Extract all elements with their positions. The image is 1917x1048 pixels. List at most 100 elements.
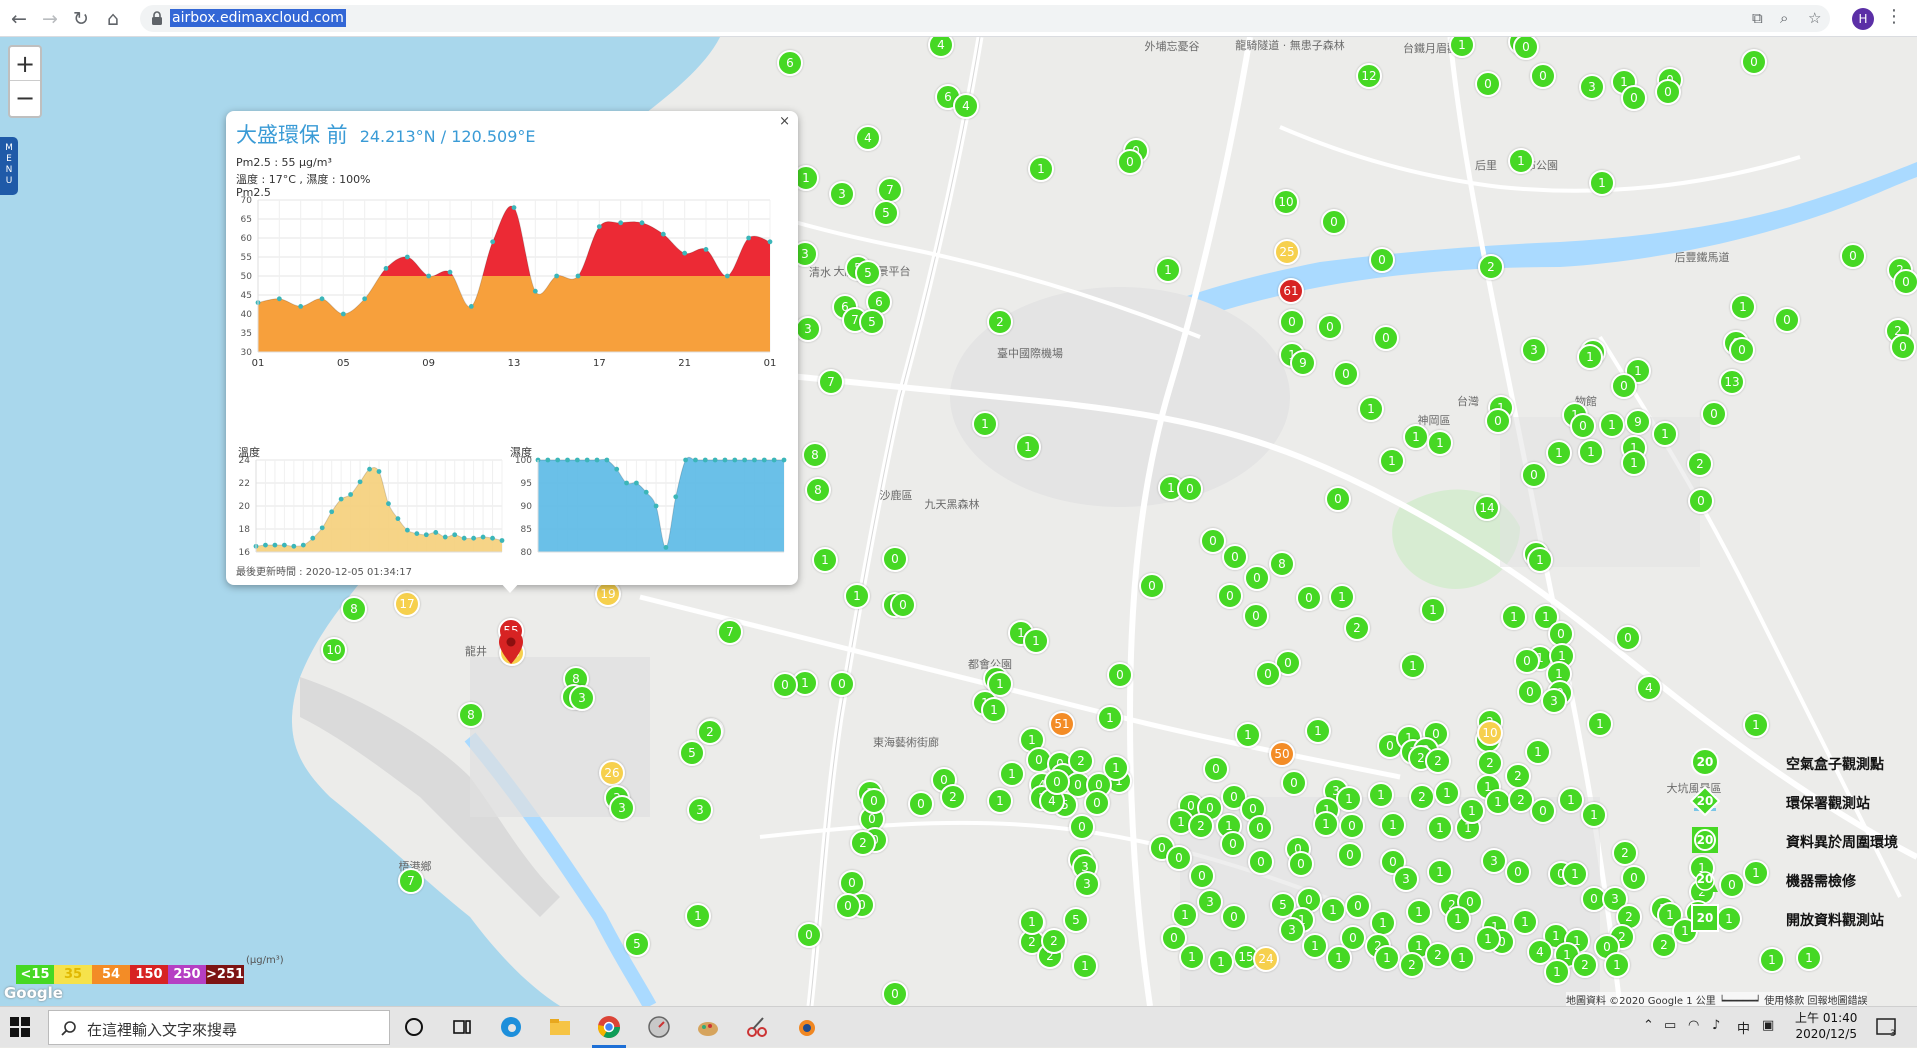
- station-marker[interactable]: 0: [772, 672, 798, 698]
- station-marker[interactable]: 0: [1139, 573, 1165, 599]
- task-view-icon[interactable]: [448, 1013, 476, 1041]
- station-marker[interactable]: 3: [1541, 688, 1567, 714]
- selected-location-pin-icon[interactable]: [498, 630, 524, 664]
- station-marker[interactable]: 0: [1222, 544, 1248, 570]
- station-marker[interactable]: 1: [844, 583, 870, 609]
- station-marker[interactable]: 1: [1546, 440, 1572, 466]
- station-marker[interactable]: 1: [1358, 396, 1384, 422]
- station-marker[interactable]: 1: [1459, 798, 1485, 824]
- station-marker[interactable]: 8: [805, 477, 831, 503]
- station-marker[interactable]: 0: [1117, 149, 1143, 175]
- station-marker[interactable]: 0: [882, 546, 908, 572]
- station-marker[interactable]: 1: [1019, 909, 1045, 935]
- station-marker[interactable]: 1: [1305, 718, 1331, 744]
- battery-icon[interactable]: ▭: [1664, 1018, 1676, 1033]
- station-marker[interactable]: 1: [1420, 597, 1446, 623]
- reload-icon[interactable]: ↻: [68, 6, 94, 32]
- station-marker[interactable]: 2: [1651, 932, 1677, 958]
- station-marker[interactable]: 1: [1730, 294, 1756, 320]
- station-marker[interactable]: 0: [1177, 476, 1203, 502]
- station-marker[interactable]: 1: [1427, 430, 1453, 456]
- station-marker[interactable]: 1: [1400, 653, 1426, 679]
- station-marker[interactable]: 1: [1368, 782, 1394, 808]
- station-marker[interactable]: 1: [1525, 739, 1551, 765]
- station-marker[interactable]: 1: [1403, 424, 1429, 450]
- station-marker[interactable]: 5: [855, 260, 881, 286]
- station-marker[interactable]: 1: [1172, 902, 1198, 928]
- station-marker[interactable]: 0: [1369, 247, 1395, 273]
- station-marker[interactable]: 0: [1890, 334, 1916, 360]
- station-marker[interactable]: 0: [1279, 309, 1305, 335]
- station-marker[interactable]: 1: [1370, 910, 1396, 936]
- taskbar-search-box[interactable]: 在這裡輸入文字來搜尋: [48, 1010, 390, 1045]
- station-marker[interactable]: 4: [855, 125, 881, 151]
- station-marker[interactable]: 1: [1302, 933, 1328, 959]
- station-marker[interactable]: 0: [1200, 528, 1226, 554]
- station-marker[interactable]: 2: [1068, 748, 1094, 774]
- station-marker[interactable]: 10: [1273, 189, 1299, 215]
- station-marker[interactable]: 0: [1243, 603, 1269, 629]
- station-marker[interactable]: 0: [1044, 769, 1070, 795]
- station-marker[interactable]: 0: [1244, 565, 1270, 591]
- station-marker[interactable]: 0: [1203, 756, 1229, 782]
- station-marker[interactable]: 1: [1427, 859, 1453, 885]
- station-marker[interactable]: 0: [1570, 413, 1596, 439]
- station-marker[interactable]: 1: [1406, 899, 1432, 925]
- station-marker[interactable]: 4: [953, 93, 979, 119]
- station-marker[interactable]: 2: [1505, 763, 1531, 789]
- translate-icon[interactable]: ⧉: [1752, 9, 1763, 27]
- ime-indicator[interactable]: 中: [1737, 1018, 1750, 1037]
- station-marker[interactable]: 0: [1530, 798, 1556, 824]
- station-marker[interactable]: 1: [972, 411, 998, 437]
- station-marker[interactable]: 1: [1512, 909, 1538, 935]
- station-marker[interactable]: 0: [1521, 462, 1547, 488]
- station-marker[interactable]: 1: [1097, 705, 1123, 731]
- station-marker[interactable]: 25: [1274, 239, 1300, 265]
- station-marker[interactable]: 1: [1329, 584, 1355, 610]
- station-marker[interactable]: 1: [1336, 786, 1362, 812]
- station-marker[interactable]: 12: [1356, 63, 1382, 89]
- zoom-icon[interactable]: ⌕: [1780, 9, 1788, 27]
- station-marker[interactable]: 3: [1521, 337, 1547, 363]
- station-marker[interactable]: 13: [1719, 369, 1745, 395]
- close-icon[interactable]: ×: [779, 114, 790, 129]
- zoom-in-button[interactable]: +: [10, 47, 40, 81]
- station-marker[interactable]: 7: [717, 619, 743, 645]
- station-marker[interactable]: 2: [850, 830, 876, 856]
- station-marker[interactable]: 0: [1517, 679, 1543, 705]
- station-marker[interactable]: 1: [1475, 926, 1501, 952]
- bookmark-star-icon[interactable]: ☆: [1808, 9, 1821, 27]
- station-marker[interactable]: 0: [1505, 859, 1531, 885]
- paint-app-icon[interactable]: [694, 1013, 722, 1041]
- clock[interactable]: 上午 01:40 2020/12/5: [1795, 1010, 1857, 1042]
- station-marker[interactable]: 1: [1313, 811, 1339, 837]
- station-marker[interactable]: 1: [1015, 434, 1041, 460]
- station-marker[interactable]: 8: [458, 702, 484, 728]
- station-marker[interactable]: 1: [1527, 547, 1553, 573]
- station-marker[interactable]: 1: [1326, 945, 1352, 971]
- station-marker[interactable]: 1: [1379, 448, 1405, 474]
- station-marker[interactable]: 1: [1558, 787, 1584, 813]
- station-marker[interactable]: 7: [398, 868, 424, 894]
- station-marker[interactable]: 0: [890, 592, 916, 618]
- station-marker[interactable]: 0: [1337, 842, 1363, 868]
- station-marker[interactable]: 1: [981, 697, 1007, 723]
- station-marker[interactable]: 1: [1599, 412, 1625, 438]
- file-explorer-icon[interactable]: [546, 1013, 574, 1041]
- station-marker[interactable]: 0: [1217, 583, 1243, 609]
- station-marker[interactable]: 0: [1840, 243, 1866, 269]
- station-marker[interactable]: 5: [1063, 907, 1089, 933]
- station-marker[interactable]: 0: [1166, 845, 1192, 871]
- station-marker[interactable]: 1: [1374, 945, 1400, 971]
- station-marker[interactable]: 0: [1514, 648, 1540, 674]
- station-marker[interactable]: 3: [1579, 74, 1605, 100]
- station-marker[interactable]: 0: [1296, 585, 1322, 611]
- station-marker[interactable]: 0: [1893, 269, 1917, 295]
- station-marker[interactable]: 0: [1325, 486, 1351, 512]
- station-marker[interactable]: 1: [1449, 945, 1475, 971]
- station-marker[interactable]: 3: [1393, 866, 1419, 892]
- station-marker[interactable]: 1: [1208, 949, 1234, 975]
- station-marker[interactable]: 2: [1188, 813, 1214, 839]
- station-marker[interactable]: 0: [1729, 337, 1755, 363]
- station-marker[interactable]: 2: [1572, 952, 1598, 978]
